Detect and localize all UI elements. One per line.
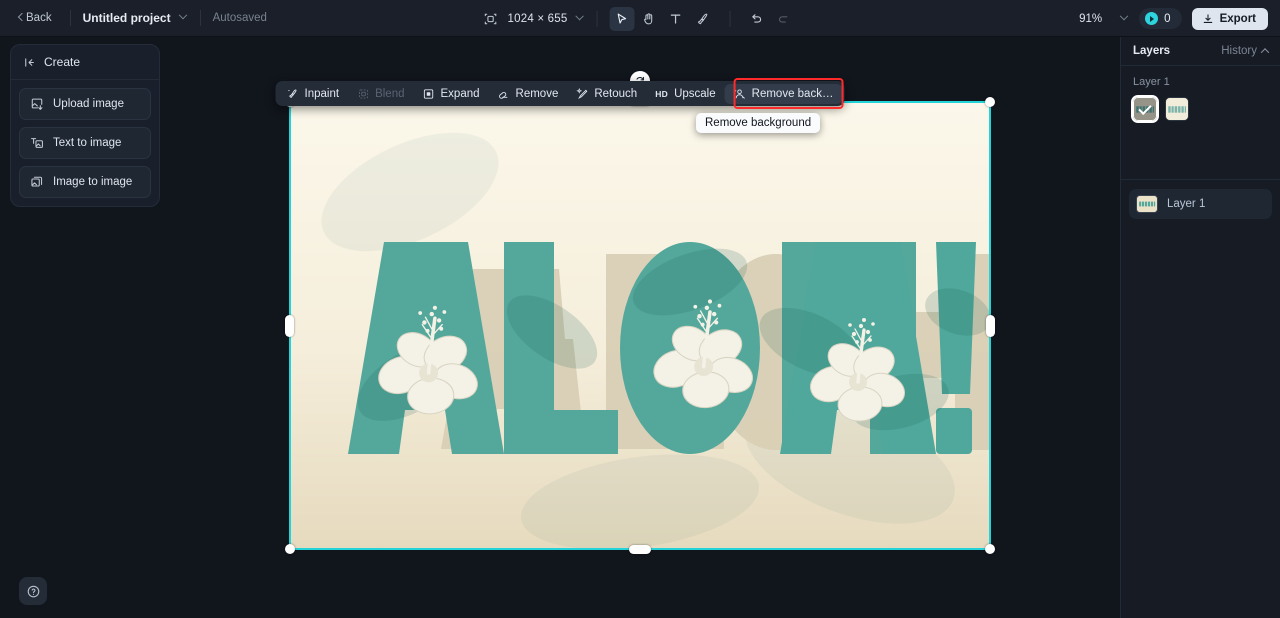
credits-count: 0	[1164, 12, 1171, 25]
text-to-image-icon	[31, 138, 43, 148]
brush-tool[interactable]	[690, 7, 715, 31]
text-tool[interactable]	[663, 7, 688, 31]
upscale-button[interactable]: HD Upscale	[646, 84, 724, 104]
upload-image-button[interactable]: Upload image	[19, 88, 151, 120]
image-to-image-icon	[31, 176, 43, 187]
layer-list-item[interactable]: Layer 1	[1129, 189, 1272, 219]
layer-thumbnail-selected[interactable]	[1131, 95, 1159, 123]
divider	[596, 10, 598, 27]
layer-item-label: Layer 1	[1167, 198, 1206, 210]
retouch-icon	[576, 87, 588, 99]
inpaint-label: Inpaint	[304, 87, 340, 100]
eraser-icon	[499, 91, 508, 99]
resize-handle-bottom-right[interactable]	[985, 544, 995, 554]
tab-history-label: History	[1221, 45, 1257, 57]
image-actions-toolbar: Inpaint Blend Expand Remove Retouch HD U…	[275, 78, 845, 109]
text-to-image-button[interactable]: Text to image	[19, 127, 151, 159]
layer-thumbnail-alt[interactable]	[1165, 97, 1189, 121]
collapse-left-icon	[25, 57, 34, 67]
canvas-dimensions[interactable]: 1024 × 655	[508, 13, 568, 25]
panel-divider	[1121, 179, 1280, 180]
remove-bg-icon	[734, 88, 745, 99]
resize-handle-bottom-left[interactable]	[285, 544, 295, 554]
tool-group	[609, 6, 796, 31]
create-panel-title: Create	[44, 55, 81, 69]
topbar-right-group: 91% 0 Export	[1079, 0, 1268, 37]
upload-image-label: Upload image	[53, 98, 124, 110]
redo-button[interactable]	[771, 7, 796, 31]
help-button[interactable]	[19, 577, 47, 605]
divider	[729, 10, 731, 27]
text-to-image-label: Text to image	[53, 137, 122, 149]
chevron-up-icon	[1260, 48, 1270, 57]
blend-icon	[358, 88, 368, 99]
remove-label: Remove	[515, 87, 559, 100]
dimensions-chevron-down-icon[interactable]	[575, 11, 584, 20]
divider	[69, 10, 71, 26]
hd-icon: HD	[655, 88, 669, 99]
canvas-area[interactable]: Inpaint Blend Expand Remove Retouch HD U…	[0, 37, 1120, 618]
layers-panel: Layers History Layer 1 Layer 1	[1120, 37, 1280, 618]
aloha-artwork	[290, 102, 990, 549]
tab-history[interactable]: History	[1221, 45, 1270, 57]
layer-thumbnails	[1131, 95, 1268, 123]
zoom-level[interactable]: 91%	[1079, 13, 1102, 25]
remove-background-label: Remove back…	[751, 87, 834, 100]
resize-handle-top-right[interactable]	[985, 97, 995, 107]
inpaint-button[interactable]: Inpaint	[278, 84, 349, 104]
back-button-label: Back	[26, 12, 52, 24]
blend-label: Blend	[375, 87, 405, 100]
remove-background-tooltip: Remove background	[696, 113, 821, 133]
topbar-center-group: 1024 × 655	[484, 0, 797, 37]
retouch-button[interactable]: Retouch	[567, 84, 646, 104]
layers-panel-header: Layers History	[1121, 37, 1280, 66]
layer-item-preview	[1137, 196, 1157, 212]
undo-button[interactable]	[744, 7, 769, 31]
resize-handle-right[interactable]	[986, 314, 995, 337]
chevron-down-icon[interactable]	[178, 10, 187, 20]
upload-image-icon	[31, 98, 43, 110]
layer-item-thumbnail	[1136, 195, 1158, 213]
topbar-left-group: Back Untitled project Autosaved	[0, 8, 267, 28]
project-name[interactable]: Untitled project	[83, 11, 171, 25]
expand-button[interactable]: Expand	[414, 84, 489, 104]
blend-button[interactable]: Blend	[348, 84, 413, 104]
credit-coin-icon	[1145, 12, 1159, 25]
inpaint-icon	[288, 89, 297, 98]
expand-label: Expand	[440, 87, 480, 100]
upscale-label: Upscale	[674, 87, 716, 100]
divider	[199, 10, 201, 26]
select-tool[interactable]	[609, 6, 635, 31]
expand-icon	[423, 88, 434, 99]
image-to-image-label: Image to image	[53, 176, 133, 188]
top-bar: Back Untitled project Autosaved 1024 × 6…	[0, 0, 1280, 37]
artwork-image[interactable]	[290, 102, 990, 549]
pan-tool[interactable]	[636, 7, 661, 31]
help-circle-icon	[27, 585, 39, 597]
export-button[interactable]: Export	[1191, 7, 1268, 30]
layer-group-section: Layer 1	[1121, 66, 1280, 123]
canvas-frame-icon[interactable]	[484, 12, 498, 26]
back-button[interactable]: Back	[14, 8, 58, 28]
remove-button[interactable]: Remove	[489, 84, 568, 104]
remove-background-button[interactable]: Remove back…	[724, 83, 843, 104]
export-button-label: Export	[1219, 12, 1256, 25]
thumbnail-preview-alt	[1166, 98, 1188, 120]
create-panel: Create Upload image Text to image Image …	[10, 44, 160, 207]
layer-group-label: Layer 1	[1133, 76, 1170, 88]
create-panel-header[interactable]: Create	[11, 45, 159, 80]
download-icon	[1203, 13, 1212, 23]
tab-layers[interactable]: Layers	[1133, 45, 1170, 57]
resize-handle-left[interactable]	[285, 314, 294, 337]
autosave-status: Autosaved	[212, 12, 267, 24]
resize-handle-bottom[interactable]	[629, 545, 651, 554]
credits-badge[interactable]: 0	[1139, 8, 1182, 29]
image-to-image-button[interactable]: Image to image	[19, 166, 151, 198]
zoom-chevron-down-icon[interactable]	[1119, 11, 1129, 20]
selected-image-frame[interactable]	[285, 71, 995, 554]
retouch-label: Retouch	[594, 87, 638, 100]
app-root: Back Untitled project Autosaved 1024 × 6…	[0, 0, 1280, 618]
create-panel-body: Upload image Text to image Image to imag…	[11, 80, 159, 206]
